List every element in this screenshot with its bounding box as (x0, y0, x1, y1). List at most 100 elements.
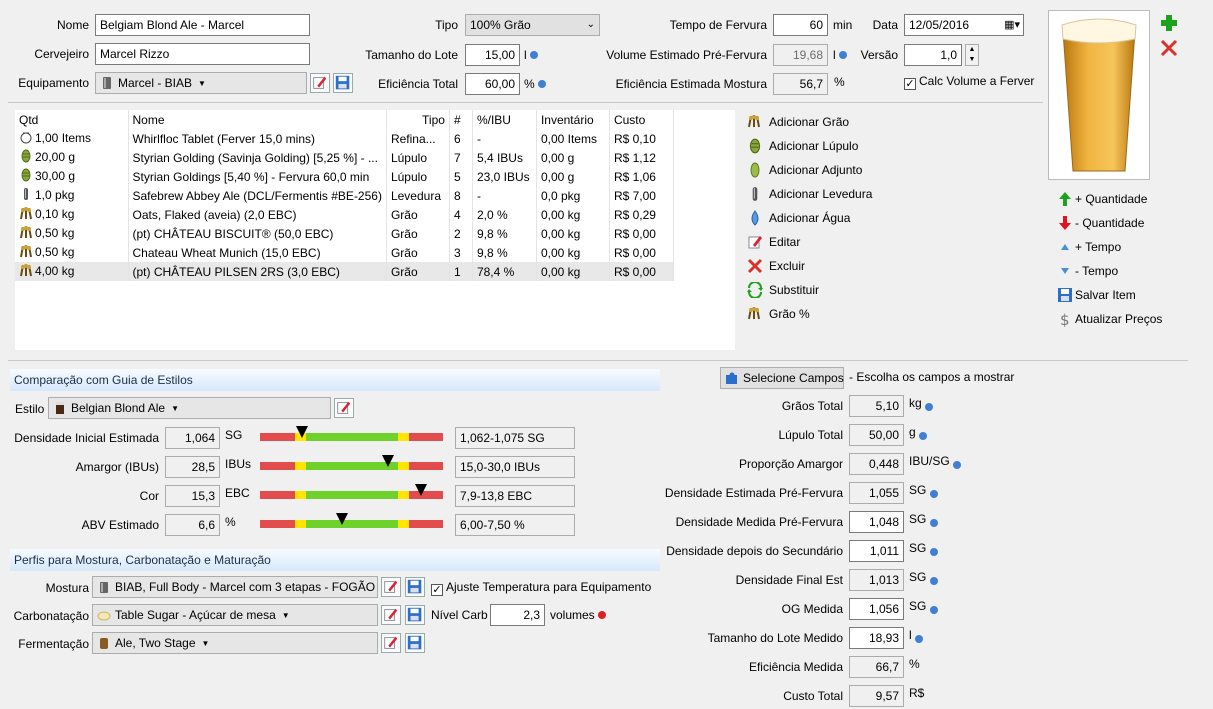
misc-icon (19, 130, 33, 147)
add-icon[interactable] (1160, 14, 1178, 32)
stat-value[interactable]: 1,048 (849, 511, 904, 533)
action-hop[interactable]: Adicionar Lúpulo (747, 136, 858, 156)
calendar-icon[interactable]: ▦▾ (1004, 17, 1020, 33)
stat-label: Eficiência Medida (748, 660, 843, 674)
action-replace[interactable]: Substituir (747, 280, 819, 300)
stat-value[interactable]: 1,056 (849, 598, 904, 620)
table-row[interactable]: 1,00 Items Whirlfloc Tablet (Ferver 15,0 … (15, 129, 674, 148)
mash-icon (100, 582, 108, 593)
calc-volume-checkbox[interactable]: ✓ Calc Volume a Ferver (904, 73, 1034, 90)
save-mash-button[interactable] (405, 577, 425, 597)
edit-carb-button[interactable] (381, 605, 401, 625)
tipo-dropdown[interactable]: 100% Grão ⌄ (465, 14, 600, 36)
side-action-dollar[interactable]: $ Atualizar Preços (1057, 309, 1162, 329)
table-row[interactable]: 4,00 kg (pt) CHÂTEAU PILSEN 2RS (3,0 EBC)… (15, 262, 674, 281)
col-pct[interactable]: %/IBU (472, 110, 537, 129)
range-high-marker (398, 433, 409, 441)
col-qtd[interactable]: Qtd (15, 110, 129, 129)
tamanho-lote-label: Tamanho do Lote (365, 48, 458, 62)
side-action-arrow-up[interactable]: + Quantidade (1057, 189, 1147, 209)
tipo-label: Tipo (435, 18, 458, 32)
cell-inventario: 0,00 kg (536, 205, 610, 224)
col-tipo[interactable]: Tipo (386, 110, 450, 129)
col-custo[interactable]: Custo (609, 110, 674, 129)
edit-mash-button[interactable] (381, 577, 401, 597)
action-water[interactable]: Adicionar Água (747, 208, 850, 228)
action-yeast[interactable]: Adicionar Levedura (747, 184, 872, 204)
versao-input[interactable]: 1,0 (904, 44, 962, 66)
fervura-input[interactable]: 60 (773, 14, 828, 36)
cell-num: 5 (449, 167, 473, 186)
side-action-triangle-down[interactable]: - Tempo (1057, 261, 1118, 281)
selecione-campos-button[interactable]: Selecione Campos (720, 367, 844, 389)
ajuste-temperatura-checkbox[interactable]: ✓ Ajuste Temperatura para Equipamento (431, 579, 651, 596)
action-edit[interactable]: Editar (747, 232, 800, 252)
value-pointer-icon (296, 426, 308, 438)
chevron-down-icon: ▼ (281, 611, 290, 620)
cell-nome: Oats, Flaked (aveia) (2,0 EBC) (128, 205, 387, 224)
action-delete[interactable]: Excluir (747, 256, 805, 276)
data-input[interactable]: 12/05/2016 ▦▾ (904, 14, 1024, 36)
action-grain[interactable]: Adicionar Grão (747, 112, 849, 132)
table-row[interactable]: 0,50 kg Chateau Wheat Munich (15,0 EBC) Gr… (15, 243, 674, 262)
cell-num: 3 (449, 243, 473, 262)
equipamento-dropdown[interactable]: Marcel - BIAB ▼ (95, 72, 307, 94)
mostura-dropdown[interactable]: BIAB, Full Body - Marcel com 3 etapas - … (92, 576, 378, 598)
fermentacao-value: Ale, Two Stage (115, 636, 196, 650)
versao-spinner[interactable]: ▲ ▼ (965, 44, 979, 66)
estilo-dropdown[interactable]: Belgian Blond Ale ▼ (48, 397, 331, 419)
side-action-arrow-down[interactable]: - Quantidade (1057, 213, 1144, 233)
table-row[interactable]: 30,00 g Styrian Goldings [5,40 %] - Fervu… (15, 167, 674, 186)
col-num[interactable]: # (449, 110, 473, 129)
side-action-save[interactable]: Salvar Item (1057, 285, 1136, 305)
table-row[interactable]: 20,00 g Styrian Golding (Savinja Golding)… (15, 148, 674, 167)
carbonatacao-dropdown[interactable]: Table Sugar - Açúcar de mesa ▼ (92, 604, 378, 626)
stat-value[interactable]: 18,93 (849, 627, 904, 649)
nivel-carb-input[interactable]: 2,3 (490, 604, 545, 626)
cell-qtd: 20,00 g (15, 148, 129, 167)
cell-nome: (pt) CHÂTEAU PILSEN 2RS (3,0 EBC) (128, 262, 387, 281)
table-row[interactable]: 1,0 pkg Safebrew Abbey Ale (DCL/Fermentis… (15, 186, 674, 205)
edit-equipment-button[interactable] (310, 73, 330, 93)
cervejeiro-input[interactable]: Marcel Rizzo (95, 43, 310, 65)
nivel-carb-label: Nível Carb (431, 608, 488, 622)
efmostura-unit: % (834, 75, 845, 89)
edit-ferm-button[interactable] (381, 633, 401, 653)
stat-value[interactable]: 1,011 (849, 540, 904, 562)
puzzle-icon (726, 372, 737, 384)
equipment-icon (103, 77, 111, 89)
chevron-down-icon: ⌄ (586, 19, 595, 30)
style-row-unit: % (225, 515, 236, 529)
edit-style-button[interactable] (334, 398, 354, 418)
col-inventario[interactable]: Inventário (536, 110, 610, 129)
spin-down-icon[interactable]: ▼ (966, 55, 978, 65)
action-grain-percent[interactable]: Grão % (747, 304, 810, 324)
col-nome[interactable]: Nome (128, 110, 387, 129)
volume-unit: l (833, 48, 836, 62)
cell-custo: R$ 0,00 (609, 224, 674, 243)
cell-custo: R$ 0,00 (609, 262, 674, 281)
equipamento-label: Equipamento (18, 76, 89, 90)
info-dot-icon (929, 519, 938, 527)
tamanho-lote-input[interactable]: 15,00 (465, 44, 520, 66)
fermentacao-dropdown[interactable]: Ale, Two Stage ▼ (92, 632, 378, 654)
versao-label: Versão (860, 48, 898, 62)
style-row-label: ABV Estimado (81, 518, 159, 532)
nome-input[interactable]: Belgiam Blond Ale - Marcel (95, 14, 310, 36)
side-action-triangle-up[interactable]: + Tempo (1057, 237, 1121, 257)
stat-label: Tamanho do Lote Medido (707, 631, 843, 645)
delete-icon[interactable] (1160, 39, 1178, 57)
calc-check[interactable]: ✓ (904, 78, 916, 90)
save-ferm-button[interactable] (405, 633, 425, 653)
action-adjunct[interactable]: Adicionar Adjunto (747, 160, 862, 180)
info-dot-icon (538, 80, 547, 88)
ajuste-check[interactable]: ✓ (431, 584, 443, 596)
save-carb-button[interactable] (405, 605, 425, 625)
table-row[interactable]: 0,50 kg (pt) CHÂTEAU BISCUIT® (50,0 EBC) G… (15, 224, 674, 243)
eficiencia-input[interactable]: 60,00 (465, 73, 520, 95)
table-row[interactable]: 0,10 kg Oats, Flaked (aveia) (2,0 EBC) Grã… (15, 205, 674, 224)
cell-custo: R$ 0,10 (609, 129, 674, 148)
cell-qtd: 0,50 kg (15, 224, 129, 243)
spin-up-icon[interactable]: ▲ (966, 45, 978, 55)
ingredients-table[interactable]: Qtd Nome Tipo # %/IBU Inventário Custo 1… (15, 110, 735, 350)
